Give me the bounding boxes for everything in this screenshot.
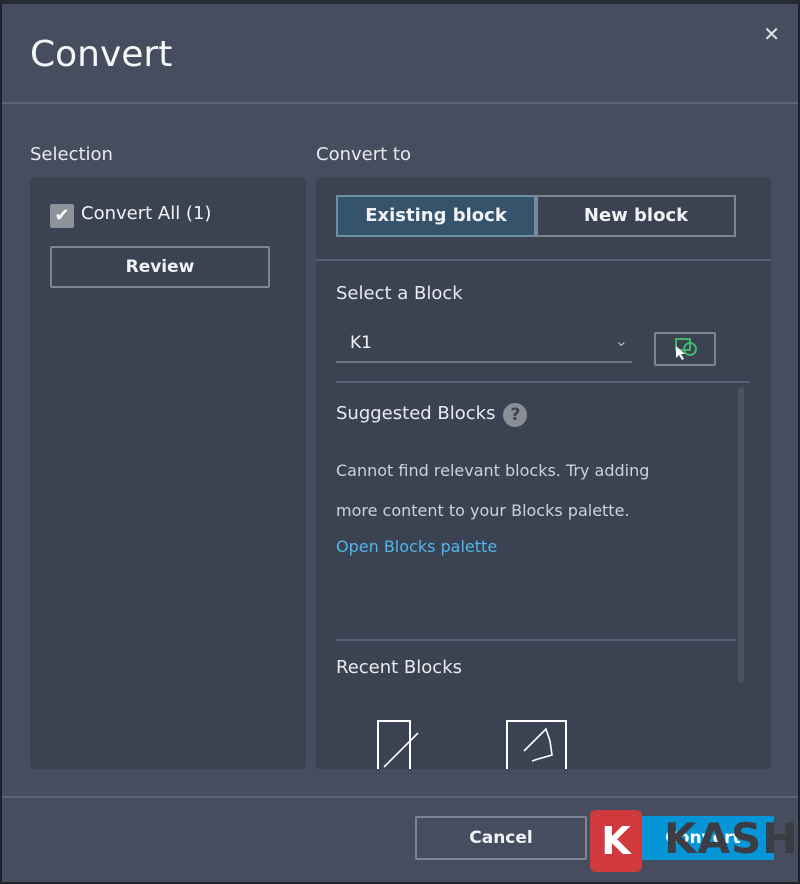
tab-new-block[interactable]: New block [536, 195, 736, 237]
watermark-logo: K [590, 810, 642, 872]
header-divider [2, 102, 798, 104]
selection-panel: ✔ Convert All (1) Review [30, 177, 306, 769]
suggested-blocks-label: Suggested Blocks [336, 403, 496, 424]
select-divider [336, 381, 750, 383]
cancel-button[interactable]: Cancel [415, 816, 587, 860]
tabs-divider [316, 259, 771, 261]
close-icon[interactable]: ✕ [763, 22, 780, 46]
chevron-down-icon: ⌄ [614, 331, 628, 350]
convert-dialog: Convert ✕ Selection ✔ Convert All (1) Re… [2, 4, 798, 882]
suggested-blocks-heading: Suggested Blocks? [336, 403, 528, 427]
pick-block-icon [675, 338, 697, 360]
recent-blocks-label: Recent Blocks [336, 657, 462, 678]
suggested-message-line1: Cannot find relevant blocks. Try adding [336, 461, 650, 480]
review-button[interactable]: Review [50, 246, 270, 288]
recent-divider [336, 639, 736, 641]
block-select-value: K1 [350, 333, 372, 353]
select-block-label: Select a Block [336, 283, 463, 304]
pick-block-button[interactable] [654, 332, 716, 366]
selection-label: Selection [30, 144, 113, 165]
convert-to-panel: Existing block New block Select a Block … [316, 177, 771, 769]
help-icon[interactable]: ? [503, 403, 528, 427]
open-blocks-palette-link[interactable]: Open Blocks palette [336, 537, 497, 556]
watermark-text: KASHI [664, 814, 800, 863]
recent-block-thumbnail[interactable] [374, 717, 424, 769]
dialog-title: Convert [30, 34, 173, 75]
convert-all-label[interactable]: Convert All (1) [81, 203, 211, 224]
convert-to-label: Convert to [316, 144, 411, 165]
footer-divider [2, 796, 798, 798]
convert-all-checkbox[interactable]: ✔ [50, 204, 74, 228]
checkmark-icon: ✔ [54, 205, 70, 226]
scrollbar[interactable] [738, 387, 744, 683]
recent-block-thumbnail[interactable] [504, 717, 570, 769]
block-select[interactable]: K1 ⌄ [336, 327, 632, 363]
tab-existing-block[interactable]: Existing block [336, 195, 536, 237]
suggested-message-line2: more content to your Blocks palette. [336, 501, 630, 520]
